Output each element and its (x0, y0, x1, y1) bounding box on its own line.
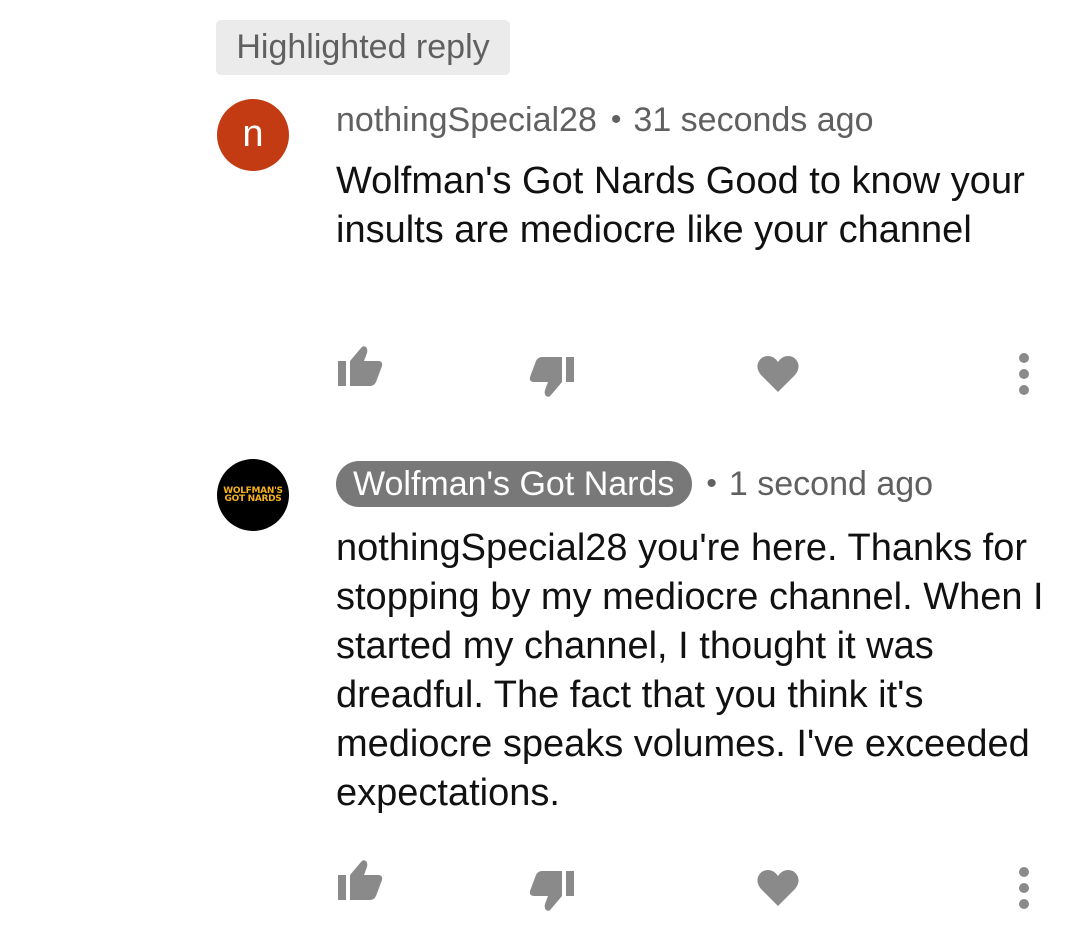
thumbs-down-icon[interactable] (528, 355, 576, 399)
comment-text: Wolfman's Got Nards Good to know your in… (336, 160, 1025, 251)
comment-meta: Wolfman's Got Nards • 1 second ago (336, 460, 933, 508)
highlighted-reply-badge: Highlighted reply (216, 20, 510, 75)
channel-logo-text: GOT NARDS (224, 494, 282, 504)
comment-text: nothingSpecial28 you're here. Thanks for… (336, 527, 1044, 814)
avatar[interactable]: n (217, 99, 289, 171)
thumbs-up-icon[interactable] (336, 858, 384, 902)
more-vert-icon[interactable] (1014, 352, 1034, 396)
comment-meta: nothingSpecial28 • 31 seconds ago (336, 98, 873, 142)
separator-dot: • (706, 467, 717, 500)
channel-avatar[interactable]: WOLFMAN'S GOT NARDS (217, 459, 289, 531)
thumbs-up-icon[interactable] (336, 344, 384, 388)
heart-icon[interactable] (756, 868, 800, 908)
thumbs-down-icon[interactable] (528, 869, 576, 913)
creator-author-badge[interactable]: Wolfman's Got Nards (336, 461, 693, 507)
separator-dot: • (610, 103, 622, 136)
more-vert-icon[interactable] (1014, 866, 1034, 910)
comment-author[interactable]: nothingSpecial28 (336, 101, 597, 140)
heart-icon[interactable] (756, 354, 800, 394)
comment-timestamp: 1 second ago (728, 464, 934, 503)
comment-timestamp: 31 seconds ago (633, 100, 874, 139)
